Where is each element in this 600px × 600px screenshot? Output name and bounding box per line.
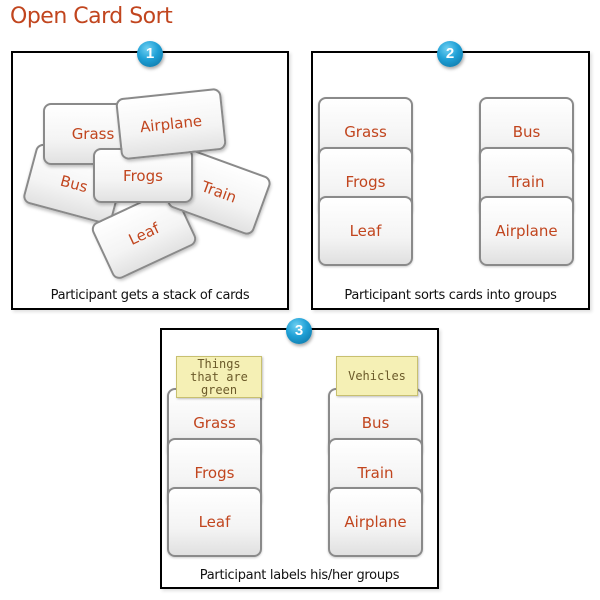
- group-1-label-note[interactable]: Things that are green: [176, 356, 262, 398]
- card-label: Bus: [58, 171, 90, 197]
- step-2-caption: Participant sorts cards into groups: [344, 288, 557, 303]
- group-label: Things that are green: [190, 356, 248, 397]
- card-label: Grass: [344, 123, 387, 141]
- step-3-caption: Participant labels his/her groups: [199, 568, 400, 583]
- card-label: Train: [508, 173, 545, 191]
- step-3-badge: 3: [286, 318, 312, 344]
- card-airplane[interactable]: Airplane: [115, 87, 227, 161]
- group-2-card-3[interactable]: Airplane: [479, 196, 574, 266]
- step-1-panel: Bus Leaf Train Grass Frogs Airplane Part…: [11, 51, 289, 310]
- card-label: Grass: [71, 125, 115, 143]
- group-2-label-note[interactable]: Vehicles: [336, 356, 418, 396]
- card-label: Airplane: [495, 222, 558, 240]
- group-1-card-3[interactable]: Leaf: [318, 196, 413, 266]
- step-2-panel: Grass Frogs Leaf Bus Train Airplane Part…: [311, 51, 590, 310]
- card-label: Leaf: [198, 513, 231, 531]
- card-label: Train: [199, 177, 239, 207]
- step-1-caption: Participant gets a stack of cards: [50, 288, 250, 303]
- step-2-badge: 2: [437, 41, 463, 67]
- card-label: Leaf: [125, 219, 163, 249]
- page-title: Open Card Sort: [10, 4, 173, 29]
- card-label: Frogs: [194, 464, 235, 482]
- card-label: Frogs: [123, 166, 163, 185]
- step-1-badge: 1: [137, 41, 163, 67]
- group-1-card-3[interactable]: Leaf: [167, 487, 262, 557]
- card-label: Bus: [361, 414, 390, 432]
- card-label: Bus: [512, 123, 541, 141]
- step-3-panel: Grass Frogs Leaf Bus Train Airplane Thin…: [160, 328, 439, 589]
- group-2-card-3[interactable]: Airplane: [328, 487, 423, 557]
- card-label: Leaf: [349, 222, 382, 240]
- card-label: Frogs: [345, 173, 386, 191]
- group-label: Vehicles: [348, 368, 406, 383]
- card-label: Train: [357, 464, 394, 482]
- card-label: Airplane: [139, 111, 203, 137]
- card-label: Grass: [193, 414, 236, 432]
- card-label: Airplane: [344, 513, 407, 531]
